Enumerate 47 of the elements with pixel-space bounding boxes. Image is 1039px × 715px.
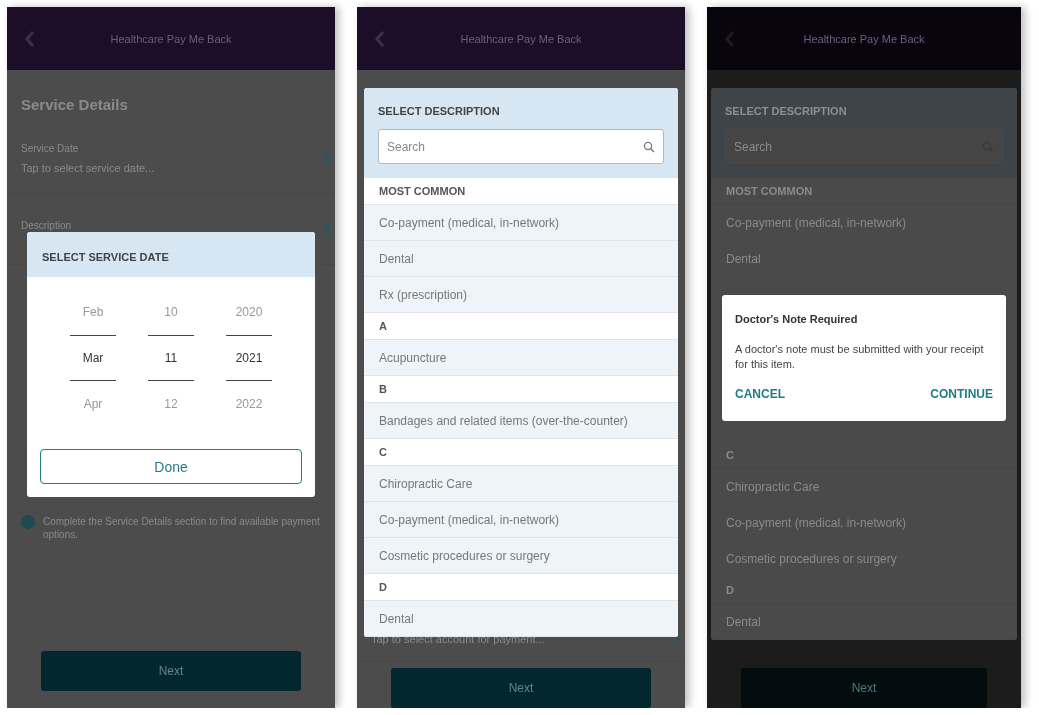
description-option[interactable]: Rx (prescription) <box>364 277 678 313</box>
picker-value[interactable]: Apr <box>70 381 116 427</box>
header-title: Healthcare Pay Me Back <box>803 32 925 45</box>
picker-value[interactable]: 11 <box>148 335 194 381</box>
search-placeholder: Search <box>734 139 773 154</box>
picker-value[interactable]: 2021 <box>226 335 272 381</box>
picker-value[interactable]: 10 <box>148 289 194 335</box>
search-icon <box>643 140 655 153</box>
header-title: Healthcare Pay Me Back <box>460 32 582 45</box>
search-placeholder: Search <box>387 139 426 154</box>
dialog-title: SELECT DESCRIPTION <box>725 105 848 117</box>
header-title: Healthcare Pay Me Back <box>110 32 232 45</box>
picker-value[interactable]: 2022 <box>226 381 272 427</box>
done-button[interactable]: Done <box>40 449 302 484</box>
cancel-button[interactable]: CANCEL <box>735 386 785 401</box>
alert-message: A doctor's note must be submitted with your receipt for this item. <box>735 342 985 373</box>
dialog-title: SELECT SERVICE DATE <box>42 251 169 263</box>
picker-value[interactable]: 12 <box>148 381 194 427</box>
description-option[interactable]: Acupuncture <box>364 340 678 376</box>
chevron-right-icon <box>323 222 331 236</box>
search-field[interactable]: Search <box>725 129 1003 164</box>
alert-title: Doctor's Note Required <box>735 313 859 325</box>
field-label: Service Date <box>21 142 80 154</box>
description-option[interactable]: Dental <box>364 241 678 277</box>
picker-value[interactable]: Mar <box>70 335 116 381</box>
back-icon[interactable] <box>375 31 385 47</box>
section-title: Service Details <box>20 95 129 115</box>
chevron-right-icon <box>323 151 331 165</box>
info-icon <box>21 515 35 529</box>
description-option[interactable]: Chiropractic Care <box>364 466 678 502</box>
field-label: Description <box>21 219 73 231</box>
next-button[interactable]: Next <box>391 668 651 708</box>
info-text: Complete the Service Details section to find available payment options. <box>43 515 321 541</box>
description-option[interactable]: Co-payment (medical, in-network) <box>364 205 678 241</box>
description-option[interactable]: Dental <box>364 601 678 637</box>
continue-button[interactable]: CONTINUE <box>930 386 993 401</box>
description-option[interactable]: Cosmetic procedures or surgery <box>364 538 678 574</box>
description-option[interactable]: Co-payment (medical, in-network) <box>364 502 678 538</box>
picker-value[interactable]: Feb <box>70 289 116 335</box>
next-button[interactable]: Next <box>41 651 301 691</box>
back-icon[interactable] <box>725 31 735 47</box>
search-field[interactable]: Search <box>378 129 664 164</box>
next-button[interactable]: Next <box>741 668 987 708</box>
picker-value[interactable]: 2020 <box>226 289 272 335</box>
back-icon[interactable] <box>25 31 35 47</box>
dialog-title: SELECT DESCRIPTION <box>378 105 501 117</box>
description-option[interactable]: Bandages and related items (over-the-counter) <box>364 403 678 439</box>
